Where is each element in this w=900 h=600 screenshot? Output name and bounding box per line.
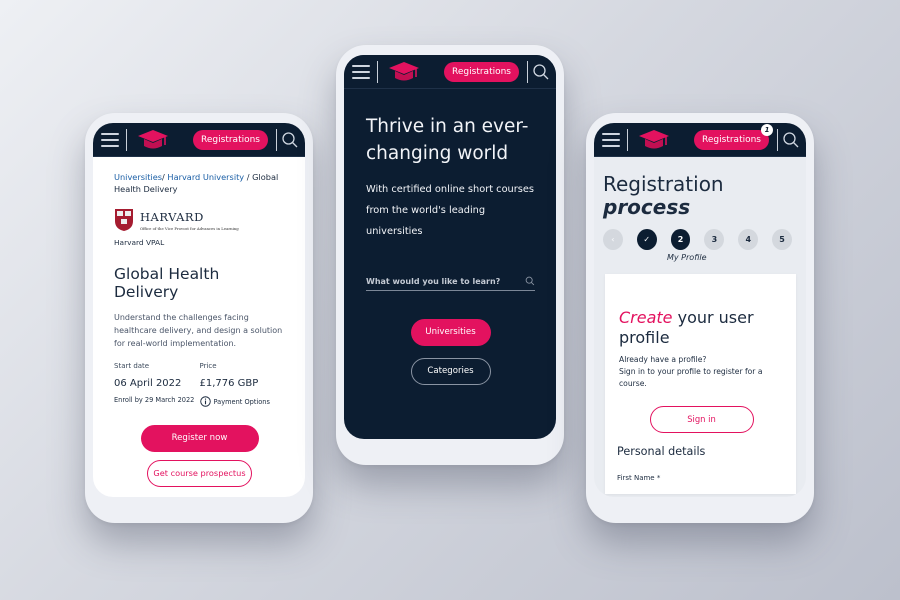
navbar: Registrations 1 — [594, 123, 806, 157]
step-back-button[interactable]: ‹ — [603, 229, 623, 250]
divider — [527, 60, 528, 83]
registrations-button[interactable]: Registrations 1 — [694, 123, 773, 150]
price-value: £1,776 GBP — [199, 378, 259, 389]
card-title: Create your user profile — [619, 308, 784, 348]
registrations-button[interactable]: Registrations — [193, 129, 268, 150]
graduation-cap-icon[interactable] — [387, 61, 421, 83]
divider — [627, 128, 628, 151]
divider — [276, 128, 277, 151]
navbar: Registrations — [344, 55, 556, 89]
hamburger-icon[interactable] — [352, 64, 370, 79]
course-title: Global Health Delivery — [114, 265, 220, 301]
divider — [126, 128, 127, 151]
step-4[interactable]: 4 — [738, 229, 759, 250]
sign-in-button[interactable]: Sign in — [649, 406, 754, 433]
navbar: Registrations — [93, 123, 305, 157]
current-step-label: My Profile — [667, 253, 707, 262]
breadcrumb: Universities/ Harvard University / Globa… — [114, 171, 285, 195]
graduation-cap-icon[interactable] — [136, 129, 170, 151]
home-screen: Registrations Thrive in an ever-changing… — [344, 55, 556, 439]
hamburger-icon[interactable] — [101, 132, 119, 147]
divider — [777, 128, 778, 151]
start-date-block: Start date 06 April 2022 Enroll by 29 Ma… — [114, 362, 200, 407]
card-title-emphasis: Create — [619, 308, 673, 327]
divider — [377, 60, 378, 83]
info-icon — [199, 396, 211, 407]
personal-details-heading: Personal details — [617, 445, 706, 458]
search-placeholder: What would you like to learn? — [366, 276, 501, 286]
course-meta: Start date 06 April 2022 Enroll by 29 Ma… — [114, 362, 285, 407]
create-profile-card: Create your user profile Already have a … — [605, 274, 796, 494]
graduation-cap-icon[interactable] — [637, 129, 671, 151]
course-description: Understand the challenges facing healthc… — [114, 313, 283, 348]
card-text-instruction: Sign in to your profile to register for … — [619, 367, 763, 388]
step-indicator: ‹ ✓ 2 3 4 5 — [603, 229, 806, 250]
breadcrumb-link-universities[interactable]: Universities — [114, 172, 162, 182]
breadcrumb-separator: / — [162, 172, 165, 182]
breadcrumb-link-harvard[interactable]: Harvard University — [167, 172, 244, 182]
card-text-question: Already have a profile? — [619, 355, 707, 364]
phone-course-detail: Registrations Universities/ Harvard Univ… — [85, 113, 313, 523]
phone-home: Registrations Thrive in an ever-changing… — [336, 45, 564, 465]
registration-title-emphasis: process — [603, 195, 691, 219]
search-icon[interactable] — [281, 131, 299, 149]
phone-registration: Registrations 1 Registration process ‹ ✓… — [586, 113, 814, 523]
course-detail-screen: Registrations Universities/ Harvard Univ… — [93, 123, 305, 497]
university-short-name: Harvard VPAL — [114, 238, 165, 247]
categories-button[interactable]: Categories — [410, 358, 491, 385]
registration-title: Registration — [603, 172, 724, 196]
hero-title: Thrive in an ever-changing world — [366, 116, 529, 164]
first-name-label: First Name * — [617, 474, 661, 482]
start-date-label: Start date — [114, 362, 150, 370]
registrations-label: Registrations — [702, 134, 761, 145]
enroll-by-text: Enroll by 29 March 2022 — [114, 396, 195, 404]
university-logo-subtitle: Office of the Vice Provost for Advances … — [140, 225, 239, 231]
course-prospectus-button[interactable]: Get course prospectus — [147, 460, 252, 487]
price-label: Price — [199, 362, 217, 370]
registrations-button[interactable]: Registrations — [444, 61, 519, 82]
hamburger-icon[interactable] — [602, 132, 620, 147]
step-1-completed[interactable]: ✓ — [636, 229, 657, 250]
universities-button[interactable]: Universities — [410, 319, 491, 346]
harvard-shield-icon — [115, 209, 133, 231]
register-now-button[interactable]: Register now — [140, 425, 259, 452]
price-block: Price £1,776 GBP Payment Options — [200, 362, 286, 407]
registrations-label: Registrations — [452, 66, 511, 77]
search-icon[interactable] — [782, 131, 800, 149]
start-date-value: 06 April 2022 — [114, 378, 182, 389]
search-icon[interactable] — [525, 276, 535, 286]
breadcrumb-separator: / — [246, 172, 250, 182]
registrations-label: Registrations — [201, 134, 260, 145]
course-search-input[interactable]: What would you like to learn? — [366, 276, 535, 291]
registrations-count-badge: 1 — [761, 123, 773, 136]
university-logo[interactable]: HARVARD Office of the Vice Provost for A… — [114, 208, 285, 232]
step-5[interactable]: 5 — [772, 229, 792, 250]
hero-subtitle: With certified online short courses from… — [366, 184, 535, 237]
card-text: Already have a profile? Sign in to your … — [619, 354, 784, 390]
search-icon[interactable] — [532, 63, 550, 81]
step-2-active[interactable]: 2 — [670, 229, 691, 250]
university-logo-name: HARVARD — [140, 209, 204, 224]
payment-options-link[interactable]: Payment Options — [199, 396, 286, 407]
step-3[interactable]: 3 — [704, 229, 725, 250]
payment-options-label: Payment Options — [213, 397, 270, 406]
registration-screen: Registrations 1 Registration process ‹ ✓… — [594, 123, 806, 497]
